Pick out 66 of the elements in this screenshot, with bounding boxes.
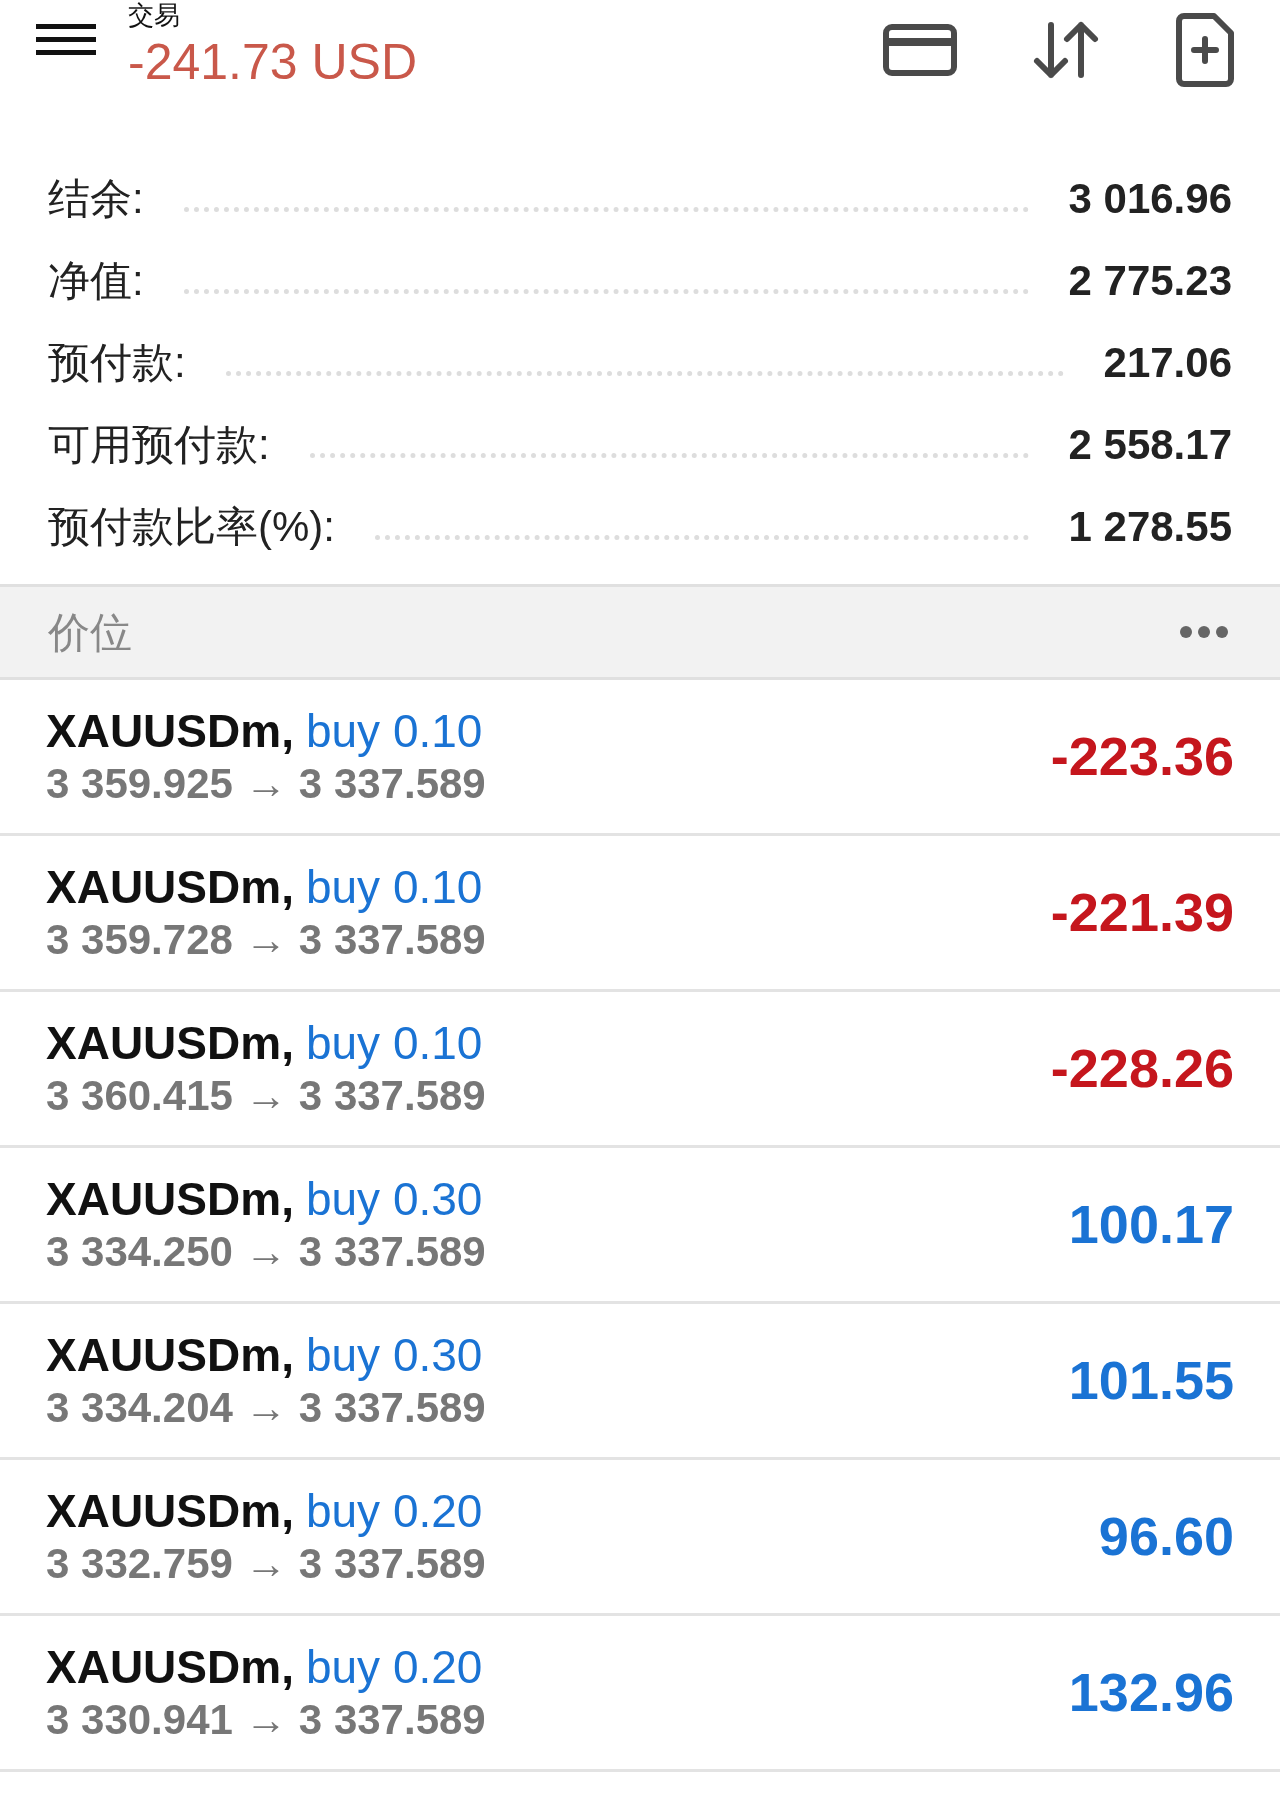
current-price: 3 337.589 [298,914,486,965]
order-type: buy 0.10 [305,859,483,914]
position-row[interactable]: XAUUSDm, buy 0.10 3 359.925 → 3 337.589 -223.36 [0,680,1280,836]
arrow: → [244,1226,287,1277]
position-row[interactable]: XAUUSDm, buy 0.30 3 334.250 → 3 337.589 100.17 [0,1148,1280,1304]
position-row[interactable]: XAUUSDm, buy 0.30 3 334.204 → 3 337.589 101.55 [0,1304,1280,1460]
arrow: → [244,914,287,965]
arrow: → [244,758,287,809]
summary-label: 预付款比率(%): [48,504,335,550]
card-icon[interactable] [882,23,958,77]
summary-value: 2 558.17 [1068,422,1232,468]
arrow: → [244,1538,287,1589]
summary-value: 3 016.96 [1068,176,1232,222]
current-price: 3 337.589 [298,1226,486,1277]
position-row[interactable]: XAUUSDm, buy 0.10 3 360.415 → 3 337.589 -228.26 [0,992,1280,1148]
current-price: 3 337.589 [298,1694,486,1745]
symbol: XAUUSDm, [46,1483,294,1538]
open-price: 3 359.728 [46,914,233,965]
profit: 100.17 [1068,1193,1234,1256]
position-row[interactable]: XAUUSDm, buy 0.20 3 330.941 → 3 337.589 132.96 [0,1616,1280,1772]
arrow: → [244,1382,287,1433]
open-price: 3 330.941 [46,1694,233,1745]
summary-value: 1 278.55 [1068,504,1232,550]
profit: -223.36 [1050,725,1234,788]
symbol: XAUUSDm, [46,703,294,758]
order-type: buy 0.20 [305,1483,483,1538]
order-type: buy 0.20 [305,1639,483,1694]
summary-label: 可用预付款: [48,422,270,468]
profit: -221.39 [1050,881,1234,944]
add-document-icon[interactable] [1174,12,1236,88]
symbol: XAUUSDm, [46,1015,294,1070]
open-price: 3 334.250 [46,1226,233,1277]
order-type: buy 0.10 [305,703,483,758]
floating-profit: -241.73 USD [128,34,418,90]
open-price: 3 360.415 [46,1070,233,1121]
current-price: 3 337.589 [298,1538,486,1589]
summary-label: 净值: [48,258,144,304]
summary-value: 2 775.23 [1068,258,1232,304]
summary-label: 预付款: [48,340,186,386]
open-price: 3 334.204 [46,1382,233,1433]
profit: 101.55 [1068,1349,1234,1412]
symbol: XAUUSDm, [46,1171,294,1226]
arrow: → [244,1694,287,1745]
summary-label: 结余: [48,176,144,222]
profit: 96.60 [1098,1505,1234,1568]
position-row[interactable]: XAUUSDm, buy 0.10 3 359.728 → 3 337.589 -221.39 [0,836,1280,992]
more-icon[interactable] [1180,626,1228,638]
open-price: 3 359.925 [46,758,233,809]
current-price: 3 337.589 [298,1070,486,1121]
order-type: buy 0.30 [305,1171,483,1226]
symbol: XAUUSDm, [46,859,294,914]
order-type: buy 0.10 [305,1015,483,1070]
open-price: 3 332.759 [46,1538,233,1589]
current-price: 3 337.589 [298,758,486,809]
symbol: XAUUSDm, [46,1327,294,1382]
order-type: buy 0.30 [305,1327,483,1382]
current-price: 3 337.589 [298,1382,486,1433]
summary-value: 217.06 [1103,340,1232,386]
arrow: → [244,1070,287,1121]
profit: 132.96 [1068,1661,1234,1724]
profit: -228.26 [1050,1037,1234,1100]
section-title: 价位 [48,607,132,658]
menu-icon[interactable] [36,24,96,55]
position-row[interactable]: XAUUSDm, buy 0.20 3 332.759 → 3 337.589 96.60 [0,1460,1280,1616]
screen-title: 交易 [128,0,181,30]
symbol: XAUUSDm, [46,1639,294,1694]
